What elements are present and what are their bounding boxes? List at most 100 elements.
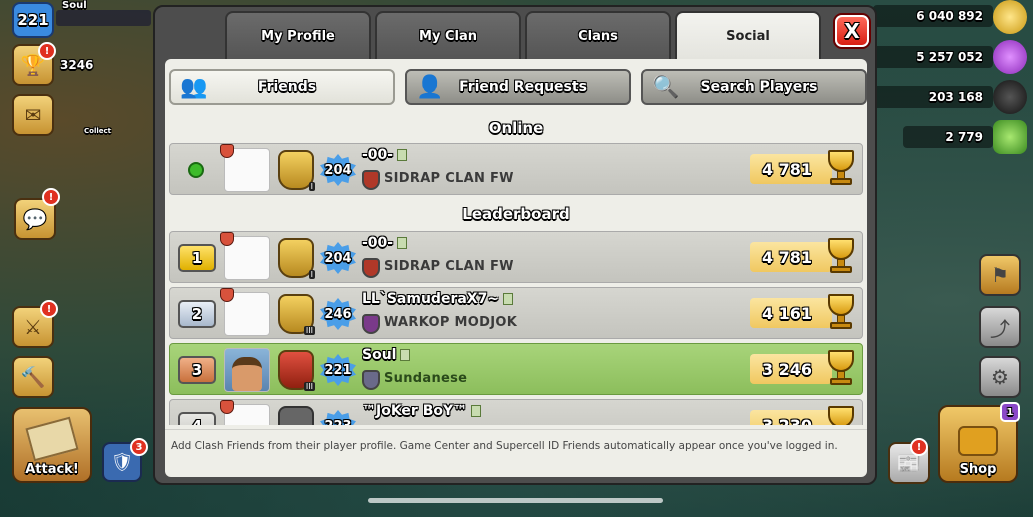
tab-clans[interactable]: Clans — [525, 11, 671, 59]
friends-help-text: Add Clash Friends from their player prof… — [171, 440, 838, 452]
settings-gear-icon[interactable]: ⚙ — [979, 356, 1021, 398]
player-name: -00- — [362, 147, 408, 163]
tab-my-profile[interactable]: My Profile — [225, 11, 371, 59]
rank-badge: 2 — [178, 300, 216, 328]
rank-badge: 3 — [178, 356, 216, 384]
shop-coins-icon — [958, 426, 998, 456]
collect-label[interactable]: Collect — [84, 127, 111, 135]
dark-elixir-icon — [993, 80, 1027, 114]
leaderboard-section-title: Leaderboard — [462, 205, 570, 223]
notes-icon — [397, 237, 408, 249]
gold-icon — [993, 0, 1027, 34]
subtab-search-players[interactable]: 🔍 Search Players — [641, 69, 867, 105]
subtab-friend-requests-label: Friend Requests — [459, 79, 587, 95]
trophy-count: 3246 — [60, 58, 94, 72]
gems-amount: 2 779 — [903, 126, 993, 148]
clan-badge-icon — [362, 370, 380, 390]
avatar — [224, 348, 270, 392]
tab-social[interactable]: Social — [675, 11, 821, 59]
elixir-icon — [993, 40, 1027, 74]
close-button[interactable]: X — [835, 15, 869, 47]
player-name-text: -00- — [362, 147, 394, 163]
village-shield-icon — [220, 144, 234, 158]
attack-button[interactable]: Attack! — [12, 407, 92, 483]
chat-alert-badge: ! — [42, 188, 60, 206]
rank-badge: 1 — [178, 244, 216, 272]
subtab-search-players-label: Search Players — [700, 79, 818, 95]
divider — [165, 429, 867, 430]
xp-level-icon: 204 — [320, 154, 356, 186]
friendly-challenge-button[interactable]: ⤴ — [979, 306, 1021, 348]
league-badge-icon: I — [278, 150, 315, 191]
player-name-text: ™JoKer BoY™ — [362, 403, 468, 419]
tab-bar: My Profile My Clan Clans Social — [225, 11, 821, 59]
village-shield-icon — [220, 232, 234, 246]
online-status-dot — [188, 162, 204, 178]
builder-button[interactable]: 🔨 — [12, 356, 54, 398]
battle-alert-badge: ! — [40, 300, 58, 318]
trophy-count: 4 781 — [750, 242, 832, 272]
trophy-count: 3 246 — [750, 354, 832, 384]
xp-level-icon: 246 — [320, 298, 356, 330]
tab-my-clan[interactable]: My Clan — [375, 11, 521, 59]
shop-label: Shop — [959, 462, 997, 477]
clan-badge-icon — [362, 170, 380, 190]
leaderboard-row-self[interactable]: 3 III 221 Soul Sundanese 3 246 — [169, 343, 863, 395]
trophy-icon — [824, 406, 858, 425]
notes-icon — [503, 293, 514, 305]
notes-icon — [397, 149, 408, 161]
online-section-title: Online — [488, 119, 544, 137]
leaderboard-row[interactable]: 4 223 ™JoKer BoY™ 3 230 — [169, 399, 863, 425]
xp-level-icon: 204 — [320, 242, 356, 274]
events-button[interactable]: ⚑ — [979, 254, 1021, 296]
trophy-count: 3 230 — [750, 410, 832, 425]
player-name: ™JoKer BoY™ — [362, 403, 482, 419]
clan-badge-icon — [362, 258, 380, 278]
player-level-badge[interactable]: 221 — [12, 2, 54, 38]
league-badge-icon — [278, 406, 314, 425]
player-name: Soul — [362, 347, 411, 363]
elixir-amount: 5 257 052 — [873, 46, 993, 68]
home-indicator[interactable] — [368, 498, 663, 503]
subtab-friend-requests[interactable]: 👤 Friend Requests — [405, 69, 631, 105]
friends-icon: 👥 — [180, 74, 208, 100]
social-content: 👥 Friends 👤 Friend Requests 🔍 Search Pla… — [165, 59, 867, 477]
xp-level-icon: 221 — [320, 354, 356, 386]
clan-name: SIDRAP CLAN FW — [384, 259, 514, 274]
trophy-icon — [824, 294, 858, 332]
league-tier: I — [308, 182, 315, 191]
trophy-alert-badge: ! — [38, 42, 56, 60]
dark-elixir-amount: 203 168 — [873, 86, 993, 108]
trophy-icon — [824, 150, 858, 188]
search-players-icon: 🔍 — [652, 74, 680, 100]
trophy-count: 4 781 — [750, 154, 832, 184]
subtab-friends[interactable]: 👥 Friends — [169, 69, 395, 105]
shield-count-badge: 3 — [130, 438, 148, 456]
social-subtabs: 👥 Friends 👤 Friend Requests 🔍 Search Pla… — [169, 69, 867, 105]
league-badge-icon: I — [278, 238, 315, 279]
trophy-icon — [824, 238, 858, 276]
mail-button[interactable]: ✉ — [12, 94, 54, 136]
leaderboard-list[interactable]: 1 I 204 -00- SIDRAP CLAN FW 4 781 2 III … — [169, 231, 863, 425]
player-name-text: -00- — [362, 235, 394, 251]
player-name: LL`SamuderaX7~ — [362, 291, 514, 307]
player-name: Soul — [62, 0, 87, 11]
shop-count-badge: 1 — [1000, 402, 1020, 422]
online-friend-row[interactable]: I 204 -00- SIDRAP CLAN FW 4 781 — [169, 143, 863, 195]
gem-icon[interactable] — [993, 120, 1027, 154]
player-name-text: Soul — [362, 347, 397, 363]
trophy-icon — [824, 350, 858, 388]
trophy-count: 4 161 — [750, 298, 832, 328]
map-icon — [25, 416, 79, 462]
xp-bar — [56, 10, 151, 26]
leaderboard-row[interactable]: 1 I 204 -00- SIDRAP CLAN FW 4 781 — [169, 231, 863, 283]
social-panel: My Profile My Clan Clans Social X 👥 Frie… — [153, 5, 877, 485]
leaderboard-row[interactable]: 2 III 246 LL`SamuderaX7~ WARKOP MODJOK 4… — [169, 287, 863, 339]
subtab-friends-label: Friends — [257, 79, 317, 95]
rank-badge: 4 — [178, 412, 216, 425]
league-badge-icon: III — [278, 294, 315, 335]
add-friend-icon: 👤 — [416, 74, 444, 100]
xp-level-icon: 223 — [320, 410, 356, 425]
player-name: -00- — [362, 235, 408, 251]
attack-label: Attack! — [25, 462, 79, 477]
